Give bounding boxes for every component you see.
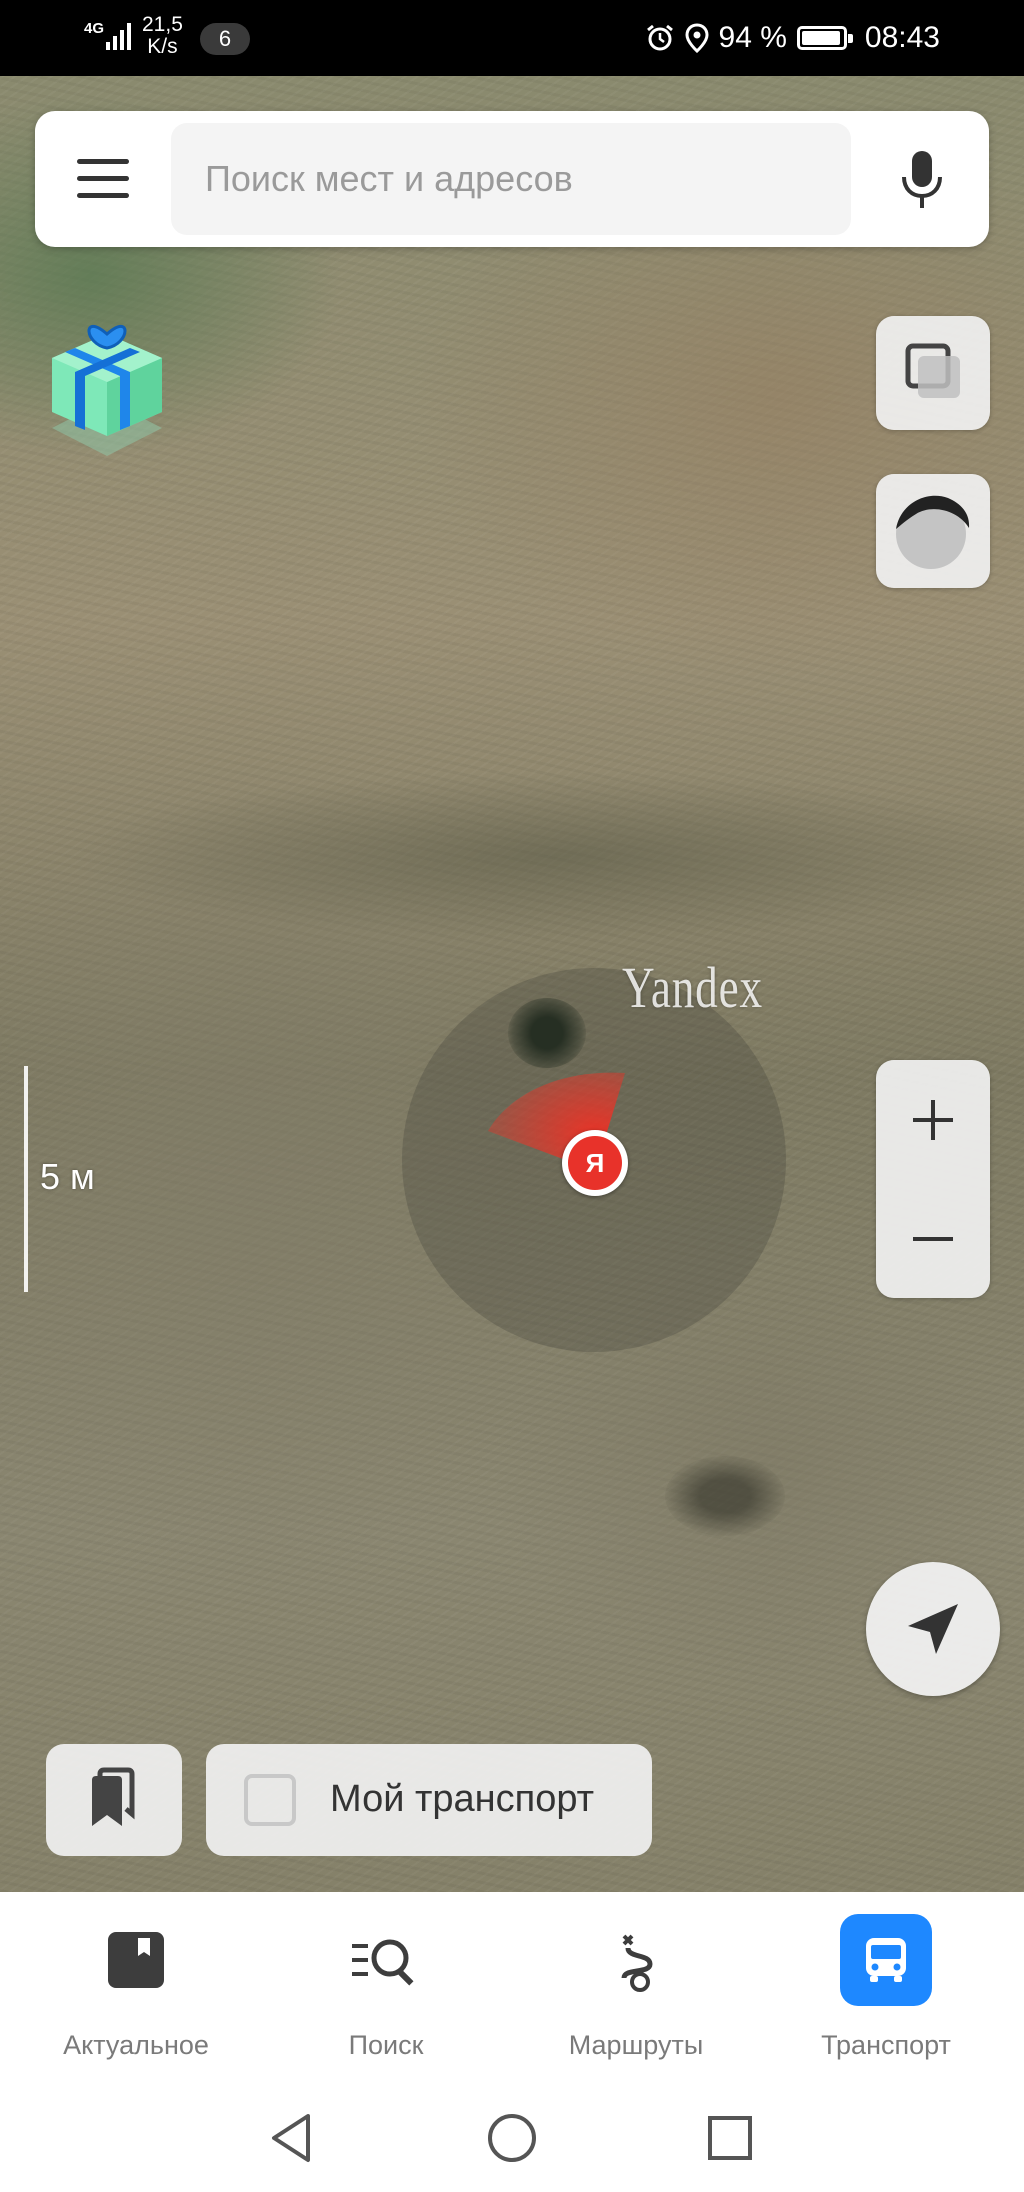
gift-icon[interactable] (42, 304, 172, 464)
layers-button[interactable] (876, 316, 990, 430)
battery-fill (801, 31, 840, 45)
tab-actual-label: Актуальное (63, 2030, 209, 2060)
search-bar (35, 111, 989, 247)
alarm-icon (646, 24, 673, 51)
tab-transport-label: Транспорт (821, 2030, 951, 2060)
locate-me-button[interactable] (866, 1562, 1000, 1696)
map-bush (665, 1456, 785, 1536)
battery-percent: 94 % (718, 21, 787, 54)
layers-icon (905, 343, 960, 398)
status-bar: 4G 21,5 K/s 6 94 % 08:43 (0, 0, 1024, 76)
my-location-marker[interactable]: Я (562, 1130, 628, 1196)
scale-bar (24, 1066, 28, 1292)
route-icon (590, 1914, 682, 2006)
scale-label: 5 м (40, 1156, 95, 1197)
clock: 08:43 (864, 21, 940, 54)
zoom-controls (876, 1060, 990, 1298)
moon-icon (896, 495, 970, 569)
speed-unit: K/s (147, 35, 178, 58)
bottom-tab-bar: Актуальное Поиск Маршруты Транспорт (0, 1892, 1024, 2084)
tab-routes[interactable]: Маршруты (508, 1892, 764, 2084)
back-icon[interactable] (268, 2112, 316, 2164)
plus-icon (913, 1099, 953, 1140)
network-type: 4G (84, 20, 105, 37)
speed-value: 21,5 (142, 13, 183, 36)
microphone-icon[interactable] (897, 149, 947, 211)
notification-badge: 6 (200, 23, 250, 55)
network-speed: 21,5 K/s (142, 14, 183, 58)
bookmarks-icon (92, 1767, 135, 1826)
my-transport-button[interactable]: Мой транспорт (206, 1744, 652, 1856)
zoom-out-button[interactable] (876, 1179, 990, 1298)
tab-routes-label: Маршруты (568, 2030, 704, 2060)
location-icon (685, 23, 709, 53)
battery-icon (796, 26, 853, 50)
my-transport-checkbox[interactable] (244, 1774, 296, 1826)
status-right: 94 % 08:43 (645, 18, 940, 58)
tab-search[interactable]: Поиск (258, 1892, 514, 2084)
home-icon[interactable] (486, 2112, 538, 2164)
system-nav-bar (0, 2084, 1024, 2192)
bookmarks-button[interactable] (46, 1744, 182, 1856)
search-list-icon (340, 1914, 432, 2006)
night-mode-button[interactable] (876, 474, 990, 588)
search-input[interactable] (171, 123, 851, 235)
minus-icon (913, 1236, 953, 1241)
map-view[interactable]: Yandex Я 5 м Поиск мест и адресов Мой тр… (0, 76, 1024, 1892)
yandex-watermark: Yandex (622, 955, 763, 1020)
tab-search-label: Поиск (348, 2030, 424, 2060)
news-icon (90, 1914, 182, 2006)
zoom-in-button[interactable] (876, 1060, 990, 1179)
recents-icon[interactable] (706, 2114, 754, 2162)
me-label: Я (568, 1136, 622, 1190)
menu-icon[interactable] (77, 159, 131, 199)
navigation-arrow-icon (908, 1604, 958, 1654)
tab-actual[interactable]: Актуальное (8, 1892, 264, 2084)
tab-transport[interactable]: Транспорт (758, 1892, 1014, 2084)
bus-icon (840, 1914, 932, 2006)
signal-icon (106, 23, 131, 50)
my-transport-label: Мой транспорт (330, 1778, 595, 1820)
